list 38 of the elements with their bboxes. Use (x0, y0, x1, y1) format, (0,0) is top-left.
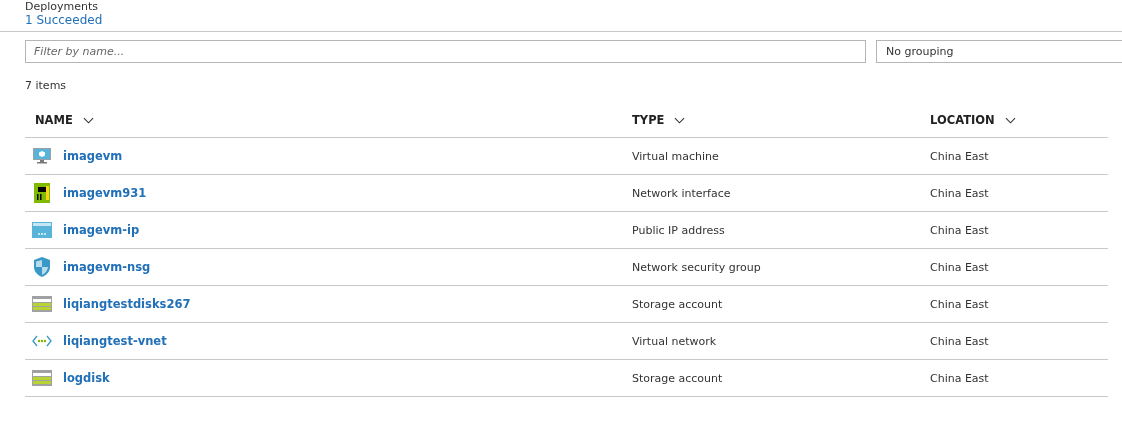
table-cell: Public IP address (632, 223, 725, 237)
storage-icon (32, 368, 52, 388)
column-header[interactable]: TYPE (622, 113, 686, 127)
table-cell: Virtual machine (632, 149, 719, 163)
chevron-down-icon (1004, 116, 1016, 124)
column-header[interactable]: NAME (25, 113, 94, 127)
column-header[interactable]: LOCATION (920, 113, 1016, 127)
section-heading: Deployments (25, 0, 99, 13)
chevron-down-icon (82, 116, 94, 124)
table-cell: China East (930, 334, 989, 348)
table-cell: China East (930, 223, 989, 237)
table-cell: Network interface (632, 186, 731, 200)
resource-link[interactable]: imagevm931 (63, 186, 147, 200)
table-cell: China East (930, 186, 989, 200)
table-cell: Storage account (632, 371, 723, 385)
table-cell: Storage account (632, 297, 723, 311)
browser-window-icon (32, 220, 52, 240)
chevron-down-icon (674, 116, 686, 124)
resource-link[interactable]: imagevm (63, 149, 123, 163)
table-cell: China East (930, 149, 989, 163)
table-cell: China East (930, 260, 989, 274)
filter-field[interactable]: Filter by name... (25, 40, 866, 63)
circuit-card-icon (32, 183, 52, 203)
table-cell: China East (930, 371, 989, 385)
storage-icon (32, 294, 52, 314)
monitor-icon (32, 146, 52, 166)
resource-link[interactable]: imagevm-nsg (63, 260, 151, 274)
shield-icon (32, 257, 52, 277)
table-cell: Virtual network (632, 334, 717, 348)
item-count: 7 items (24, 78, 68, 93)
resource-link[interactable]: liqiangtest-vnet (63, 334, 167, 348)
resource-link[interactable]: liqiangtestdisks267 (63, 297, 191, 311)
table-cell: Network security group (632, 260, 761, 274)
succeeded-link[interactable]: 1 Succeeded (25, 13, 103, 28)
resource-link[interactable]: logdisk (63, 371, 110, 385)
grouping-dropdown[interactable]: No grouping (876, 40, 1122, 63)
table-cell: China East (930, 297, 989, 311)
resource-link[interactable]: imagevm-ip (63, 223, 140, 237)
